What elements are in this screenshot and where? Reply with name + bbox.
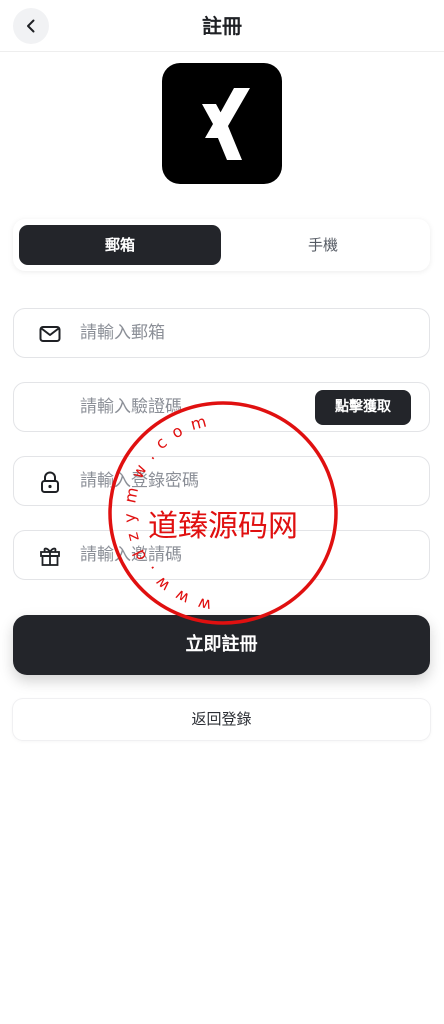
app-logo	[162, 63, 282, 184]
register-method-tabs: 郵箱 手機	[13, 219, 430, 271]
email-field	[13, 308, 430, 358]
back-to-login-button[interactable]: 返回登錄	[13, 699, 430, 740]
tab-phone[interactable]: 手機	[222, 225, 424, 265]
invite-code-input[interactable]	[80, 531, 310, 579]
watermark-ring-path: w w w . d z y m w . c o m	[120, 411, 211, 615]
watermark-ring-text: w w w . d z y m w . c o m	[120, 411, 213, 615]
get-code-button[interactable]: 點擊獲取	[315, 390, 411, 425]
lock-icon	[38, 471, 62, 493]
gift-icon	[38, 545, 62, 567]
tab-email[interactable]: 郵箱	[19, 225, 221, 265]
verification-code-field: 點擊獲取	[13, 382, 430, 432]
password-input[interactable]	[80, 457, 310, 505]
top-nav-bar: 註冊	[0, 0, 444, 52]
xing-logo-icon	[202, 87, 250, 160]
email-input[interactable]	[80, 309, 310, 357]
invite-code-field	[13, 530, 430, 580]
page-title: 註冊	[202, 14, 242, 38]
mail-icon	[38, 323, 62, 345]
watermark-stamp: w w w . d z y m w . c o m 道臻源码网	[108, 401, 338, 625]
verification-code-input[interactable]	[80, 383, 310, 431]
password-field	[13, 456, 430, 506]
register-now-button[interactable]: 立即註冊	[13, 615, 430, 675]
